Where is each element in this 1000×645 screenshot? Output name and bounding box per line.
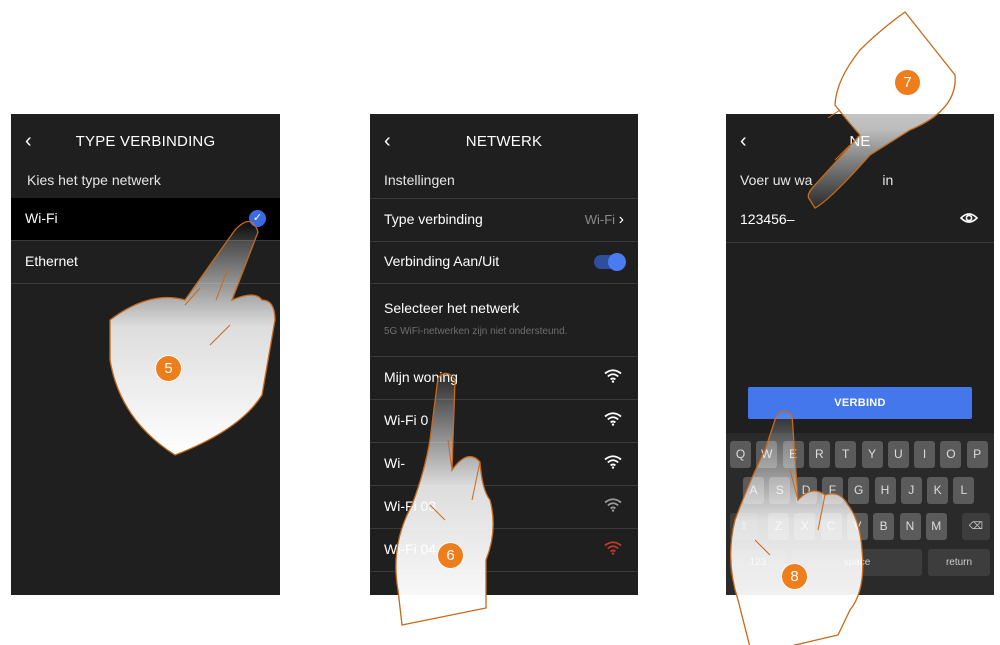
- step-badge-8: 8: [781, 563, 808, 590]
- hand-7: [807, 11, 956, 209]
- step-badge-7: 7: [894, 69, 921, 96]
- hand-illustrations: [109, 11, 956, 645]
- step-badge-5: 5: [155, 355, 182, 382]
- step-badge-6: 6: [437, 542, 464, 569]
- hand-6: [395, 372, 494, 626]
- hand-8: [730, 410, 864, 645]
- hand-5: [109, 220, 276, 456]
